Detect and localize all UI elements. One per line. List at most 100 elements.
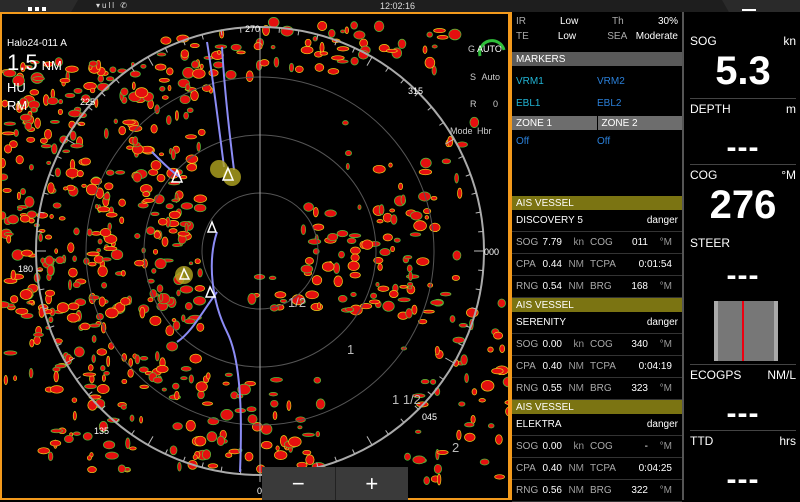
radar-echo-blob — [2, 212, 6, 220]
radar-echo-blob — [155, 64, 166, 70]
radar-echo-blob — [320, 52, 328, 56]
radar-echo-blob — [29, 165, 33, 171]
radar-echo-blob — [231, 44, 241, 50]
settings-row-2[interactable]: TE Low SEA Moderate — [512, 29, 682, 44]
motion-mode[interactable]: RM — [7, 98, 27, 113]
radar-echo-blob — [141, 64, 146, 68]
radar-echo-blob — [349, 234, 361, 238]
range-readout[interactable]: 1.5NM — [7, 50, 62, 76]
settings-row-1[interactable]: IR Low Th 30% — [512, 14, 682, 29]
radar-echo-blob — [202, 450, 210, 460]
radar-echo-blob — [305, 39, 311, 46]
cog-box[interactable]: COG°M 276 — [690, 168, 796, 228]
depth-box[interactable]: DEPTHm --- — [690, 102, 796, 168]
gain-control[interactable]: G AUTO — [468, 44, 502, 54]
radar-echo-blob — [45, 290, 54, 296]
radar-info-panel: IR Low Th 30% TE Low SEA Moderate MARKER… — [510, 12, 682, 500]
ebl2-button[interactable]: EBL2 — [597, 98, 678, 109]
radar-echo-blob — [104, 129, 108, 139]
radar-echo-blob — [248, 415, 257, 424]
radar-echo-blob — [194, 204, 206, 212]
radar-echo-blob — [350, 272, 360, 278]
gain-mode: AUTO — [477, 44, 502, 54]
radar-echo-blob — [306, 455, 314, 465]
ais-brg-value: 168 — [620, 281, 648, 292]
radar-echo-blob — [185, 303, 192, 310]
radar-source-name[interactable]: Halo24-011 A — [7, 38, 67, 49]
radar-echo-blob — [488, 347, 494, 352]
radar-echo-blob — [465, 423, 475, 427]
zone1-value[interactable]: Off — [516, 136, 597, 147]
radar-echo-blob — [157, 285, 163, 293]
radar-echo-blob — [68, 243, 74, 253]
radar-echo-blob — [430, 223, 440, 232]
ebl1-button[interactable]: EBL1 — [516, 98, 597, 109]
zone1-header: ZONE 1 — [512, 116, 597, 130]
radar-echo-blob — [318, 303, 321, 309]
radar-echo-blob — [47, 161, 51, 164]
ais-vessel-name: SERENITY — [516, 317, 566, 328]
steer-box[interactable]: STEER --- — [690, 236, 796, 296]
radar-echo-blob — [160, 86, 165, 91]
ais-data-row: RNG0.54NMBRG168°M — [512, 276, 682, 298]
ais-vessel-status: danger — [647, 419, 678, 430]
radar-echo-blob — [167, 342, 178, 351]
radar-view[interactable]: 270 315 225 180 000 135 045 090 1/2 1 1 … — [0, 12, 510, 500]
radar-echo-blob — [303, 450, 311, 455]
radar-echo-blob — [180, 286, 193, 293]
zone2-value[interactable]: Off — [597, 136, 678, 147]
radar-echo-blob — [440, 292, 451, 296]
radar-echo-blob — [373, 165, 385, 173]
radar-echo-blob — [434, 29, 446, 33]
radar-echo-blob — [442, 159, 451, 164]
ais-cog-value: 340 — [620, 339, 648, 350]
vrm2-button[interactable]: VRM2 — [597, 76, 678, 87]
radar-echo-blob — [105, 183, 113, 190]
ais-vessel-card[interactable]: AIS VESSELSERENITYdangerSOG0.00knCOG340°… — [512, 298, 682, 400]
ais-vessel-card[interactable]: AIS VESSELELEKTRAdangerSOG0.00knCOG-°MCP… — [512, 400, 682, 502]
radar-echo-blob — [471, 415, 475, 423]
radar-echo-blob — [140, 417, 143, 424]
radar-echo-blob — [153, 249, 157, 254]
radar-echo-blob — [308, 239, 321, 244]
radar-echo-blob — [195, 259, 200, 264]
radar-echo-blob — [159, 153, 163, 156]
radar-echo-blob — [273, 412, 277, 420]
radar-echo-blob — [120, 217, 124, 224]
ecogps-box[interactable]: ECOGPSNM/L --- — [690, 368, 796, 434]
zoom-out-button[interactable]: − — [262, 467, 336, 500]
sea-control[interactable]: S Auto — [470, 72, 500, 82]
radar-echo-blob — [80, 323, 90, 330]
radar-echo-blob — [358, 205, 361, 210]
ais-cog-value: - — [620, 441, 648, 452]
radar-echo-blob — [437, 474, 441, 485]
ttd-box[interactable]: TTDhrs --- — [690, 434, 796, 500]
radar-echo-blob — [301, 46, 313, 53]
radar-echo-blob — [55, 168, 60, 177]
radar-echo-blob — [465, 433, 476, 441]
sog-box[interactable]: SOGkn 5.3 — [690, 34, 796, 94]
mode-control[interactable]: Mode Hbr — [450, 126, 492, 136]
radar-echo-blob — [40, 138, 47, 143]
zoom-in-button[interactable]: + — [336, 467, 409, 500]
ais-vessel-card[interactable]: AIS VESSELDISCOVERY 5dangerSOG7.79knCOG0… — [512, 196, 682, 298]
radar-canvas[interactable]: 270 315 225 180 000 135 045 090 1/2 1 1 … — [2, 14, 510, 500]
radar-echo-blob — [150, 316, 161, 325]
vrm-row: VRM1 VRM2 — [512, 66, 682, 92]
radar-echo-blob — [159, 78, 169, 82]
radar-echo-blob — [106, 170, 114, 175]
radar-echo-blob — [121, 298, 131, 306]
radar-echo-blob — [51, 429, 63, 433]
range-unit: NM — [42, 58, 62, 73]
rain-control[interactable]: R 0 — [470, 99, 498, 109]
radar-echo-blob — [217, 436, 224, 446]
radar-echo-blob — [389, 163, 393, 167]
radar-echo-blob — [29, 368, 33, 378]
radar-echo-blob — [345, 151, 351, 156]
radar-echo-blob — [85, 384, 97, 389]
vrm1-button[interactable]: VRM1 — [516, 76, 597, 87]
bearing-label-000: 000 — [484, 247, 499, 257]
ais-vessel-status: danger — [647, 317, 678, 328]
orientation-mode[interactable]: HU — [7, 80, 26, 95]
radar-echo-blob — [88, 400, 97, 410]
